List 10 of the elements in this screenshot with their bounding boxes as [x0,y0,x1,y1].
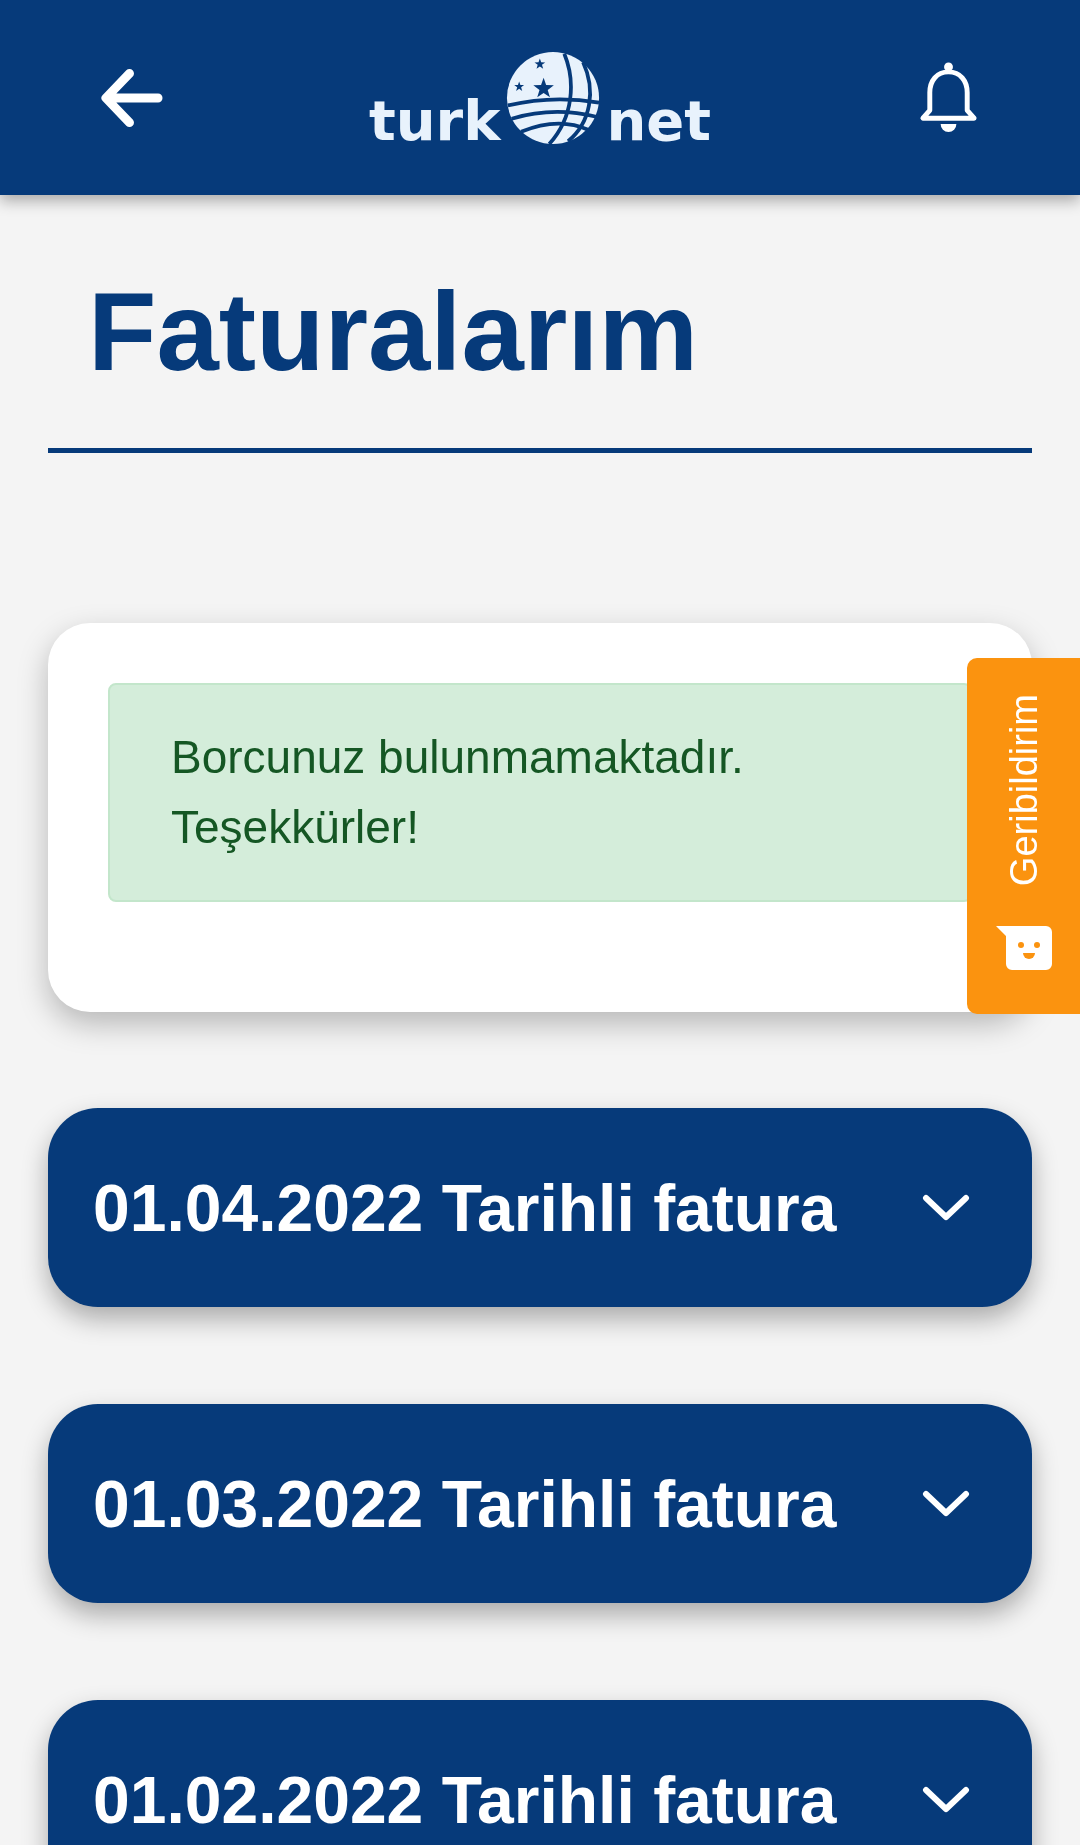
chat-bubble-icon [995,926,1052,971]
page-title: Faturalarım [87,268,699,396]
logo-text: net [606,92,712,149]
globe-icon [506,50,601,145]
notice-text: Borcunuz bulunmamaktadır. Teşekkürler! [171,730,745,856]
back-icon[interactable] [100,66,163,129]
invoice-accordion[interactable]: 01.04.2022 Tarihli fatura [48,1108,1032,1308]
invoice-accordion[interactable]: 01.02.2022 Tarihli fatura [48,1700,1032,1845]
logo-text: turk [368,92,501,149]
invoice-accordion[interactable]: 01.03.2022 Tarihli fatura [48,1404,1032,1604]
